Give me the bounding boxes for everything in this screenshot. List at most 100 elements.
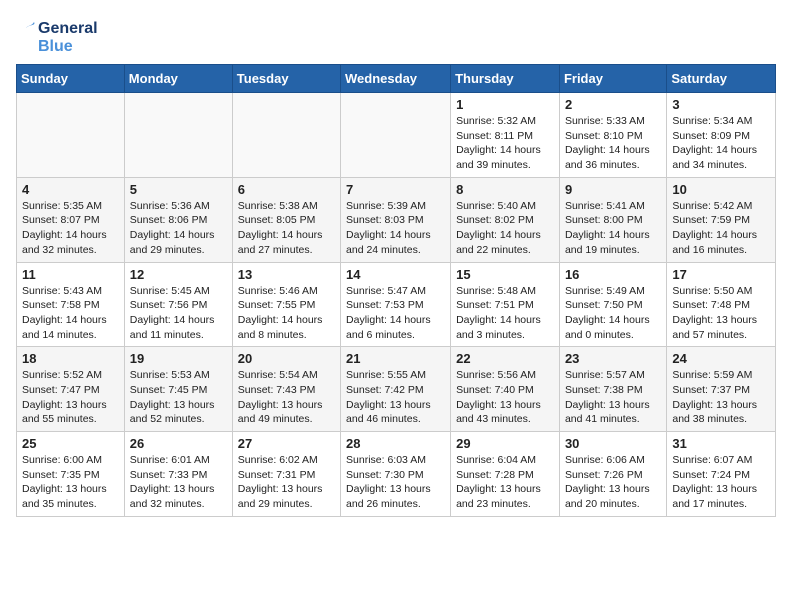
calendar-cell: 29Sunrise: 6:04 AMSunset: 7:28 PMDayligh… bbox=[451, 432, 560, 517]
week-row-2: 4Sunrise: 5:35 AMSunset: 8:07 PMDaylight… bbox=[17, 177, 776, 262]
cell-text: and 27 minutes. bbox=[238, 243, 335, 258]
calendar-cell: 22Sunrise: 5:56 AMSunset: 7:40 PMDayligh… bbox=[451, 347, 560, 432]
calendar-cell: 26Sunrise: 6:01 AMSunset: 7:33 PMDayligh… bbox=[124, 432, 232, 517]
cell-text: Sunset: 7:26 PM bbox=[565, 468, 661, 483]
calendar-cell: 17Sunrise: 5:50 AMSunset: 7:48 PMDayligh… bbox=[667, 262, 776, 347]
cell-text: and 49 minutes. bbox=[238, 412, 335, 427]
day-number: 16 bbox=[565, 267, 661, 282]
calendar-cell bbox=[232, 93, 340, 178]
cell-text: Sunrise: 5:47 AM bbox=[346, 284, 445, 299]
day-header-wednesday: Wednesday bbox=[341, 65, 451, 93]
day-number: 29 bbox=[456, 436, 554, 451]
cell-text: Sunset: 8:10 PM bbox=[565, 129, 661, 144]
calendar-cell: 6Sunrise: 5:38 AMSunset: 8:05 PMDaylight… bbox=[232, 177, 340, 262]
day-number: 25 bbox=[22, 436, 119, 451]
header-row: SundayMondayTuesdayWednesdayThursdayFrid… bbox=[17, 65, 776, 93]
logo-general: General bbox=[38, 20, 98, 38]
cell-text: Sunset: 8:02 PM bbox=[456, 213, 554, 228]
cell-text: Sunrise: 5:42 AM bbox=[672, 199, 770, 214]
calendar-cell bbox=[124, 93, 232, 178]
calendar-cell: 31Sunrise: 6:07 AMSunset: 7:24 PMDayligh… bbox=[667, 432, 776, 517]
cell-text: Sunset: 8:07 PM bbox=[22, 213, 119, 228]
calendar-cell: 28Sunrise: 6:03 AMSunset: 7:30 PMDayligh… bbox=[341, 432, 451, 517]
day-number: 27 bbox=[238, 436, 335, 451]
week-row-1: 1Sunrise: 5:32 AMSunset: 8:11 PMDaylight… bbox=[17, 93, 776, 178]
cell-text: and 16 minutes. bbox=[672, 243, 770, 258]
cell-text: Sunrise: 5:59 AM bbox=[672, 368, 770, 383]
cell-text: Daylight: 14 hours bbox=[238, 313, 335, 328]
day-number: 23 bbox=[565, 351, 661, 366]
cell-text: and 22 minutes. bbox=[456, 243, 554, 258]
day-number: 18 bbox=[22, 351, 119, 366]
calendar-cell: 18Sunrise: 5:52 AMSunset: 7:47 PMDayligh… bbox=[17, 347, 125, 432]
cell-text: Sunrise: 5:33 AM bbox=[565, 114, 661, 129]
calendar-cell: 11Sunrise: 5:43 AMSunset: 7:58 PMDayligh… bbox=[17, 262, 125, 347]
cell-text: and 32 minutes. bbox=[130, 497, 227, 512]
cell-text: Sunrise: 6:07 AM bbox=[672, 453, 770, 468]
day-number: 28 bbox=[346, 436, 445, 451]
calendar-cell: 23Sunrise: 5:57 AMSunset: 7:38 PMDayligh… bbox=[559, 347, 666, 432]
cell-text: and 19 minutes. bbox=[565, 243, 661, 258]
cell-text: and 55 minutes. bbox=[22, 412, 119, 427]
cell-text: Daylight: 14 hours bbox=[22, 313, 119, 328]
cell-text: Daylight: 14 hours bbox=[130, 313, 227, 328]
cell-text: Daylight: 14 hours bbox=[22, 228, 119, 243]
cell-text: Sunset: 7:59 PM bbox=[672, 213, 770, 228]
cell-text: Sunrise: 5:45 AM bbox=[130, 284, 227, 299]
day-number: 26 bbox=[130, 436, 227, 451]
cell-text: Daylight: 13 hours bbox=[672, 398, 770, 413]
cell-text: Sunset: 7:45 PM bbox=[130, 383, 227, 398]
cell-text: Sunset: 7:51 PM bbox=[456, 298, 554, 313]
calendar-cell bbox=[17, 93, 125, 178]
cell-text: and 0 minutes. bbox=[565, 328, 661, 343]
day-number: 10 bbox=[672, 182, 770, 197]
cell-text: and 29 minutes. bbox=[238, 497, 335, 512]
cell-text: Sunset: 7:48 PM bbox=[672, 298, 770, 313]
cell-text: Daylight: 14 hours bbox=[565, 313, 661, 328]
day-number: 15 bbox=[456, 267, 554, 282]
cell-text: and 35 minutes. bbox=[22, 497, 119, 512]
cell-text: Daylight: 14 hours bbox=[565, 228, 661, 243]
cell-text: Sunset: 7:28 PM bbox=[456, 468, 554, 483]
cell-text: Sunset: 7:53 PM bbox=[346, 298, 445, 313]
cell-text: Sunrise: 5:55 AM bbox=[346, 368, 445, 383]
cell-text: Sunrise: 6:00 AM bbox=[22, 453, 119, 468]
calendar-cell: 3Sunrise: 5:34 AMSunset: 8:09 PMDaylight… bbox=[667, 93, 776, 178]
day-number: 21 bbox=[346, 351, 445, 366]
cell-text: Daylight: 14 hours bbox=[456, 228, 554, 243]
cell-text: Sunrise: 6:01 AM bbox=[130, 453, 227, 468]
cell-text: Daylight: 13 hours bbox=[130, 398, 227, 413]
day-number: 3 bbox=[672, 97, 770, 112]
calendar-cell: 12Sunrise: 5:45 AMSunset: 7:56 PMDayligh… bbox=[124, 262, 232, 347]
calendar-table: SundayMondayTuesdayWednesdayThursdayFrid… bbox=[16, 64, 776, 517]
cell-text: Daylight: 14 hours bbox=[130, 228, 227, 243]
day-header-monday: Monday bbox=[124, 65, 232, 93]
cell-text: Sunset: 7:43 PM bbox=[238, 383, 335, 398]
calendar-cell: 24Sunrise: 5:59 AMSunset: 7:37 PMDayligh… bbox=[667, 347, 776, 432]
cell-text: Daylight: 13 hours bbox=[130, 482, 227, 497]
cell-text: Sunset: 8:09 PM bbox=[672, 129, 770, 144]
cell-text: Daylight: 13 hours bbox=[672, 482, 770, 497]
cell-text: Sunrise: 5:56 AM bbox=[456, 368, 554, 383]
cell-text: Sunset: 7:56 PM bbox=[130, 298, 227, 313]
cell-text: Sunrise: 5:34 AM bbox=[672, 114, 770, 129]
cell-text: Sunrise: 5:49 AM bbox=[565, 284, 661, 299]
calendar-cell: 1Sunrise: 5:32 AMSunset: 8:11 PMDaylight… bbox=[451, 93, 560, 178]
cell-text: Daylight: 13 hours bbox=[565, 398, 661, 413]
cell-text: and 43 minutes. bbox=[456, 412, 554, 427]
cell-text: Sunrise: 5:53 AM bbox=[130, 368, 227, 383]
cell-text: Daylight: 14 hours bbox=[565, 143, 661, 158]
day-number: 1 bbox=[456, 97, 554, 112]
cell-text: and 52 minutes. bbox=[130, 412, 227, 427]
day-number: 19 bbox=[130, 351, 227, 366]
cell-text: Sunset: 7:40 PM bbox=[456, 383, 554, 398]
cell-text: Daylight: 13 hours bbox=[238, 398, 335, 413]
calendar-cell: 15Sunrise: 5:48 AMSunset: 7:51 PMDayligh… bbox=[451, 262, 560, 347]
cell-text: Sunset: 8:05 PM bbox=[238, 213, 335, 228]
cell-text: Sunset: 8:03 PM bbox=[346, 213, 445, 228]
cell-text: Sunrise: 5:46 AM bbox=[238, 284, 335, 299]
day-number: 6 bbox=[238, 182, 335, 197]
cell-text: Daylight: 13 hours bbox=[22, 482, 119, 497]
calendar-cell: 14Sunrise: 5:47 AMSunset: 7:53 PMDayligh… bbox=[341, 262, 451, 347]
calendar-cell: 8Sunrise: 5:40 AMSunset: 8:02 PMDaylight… bbox=[451, 177, 560, 262]
